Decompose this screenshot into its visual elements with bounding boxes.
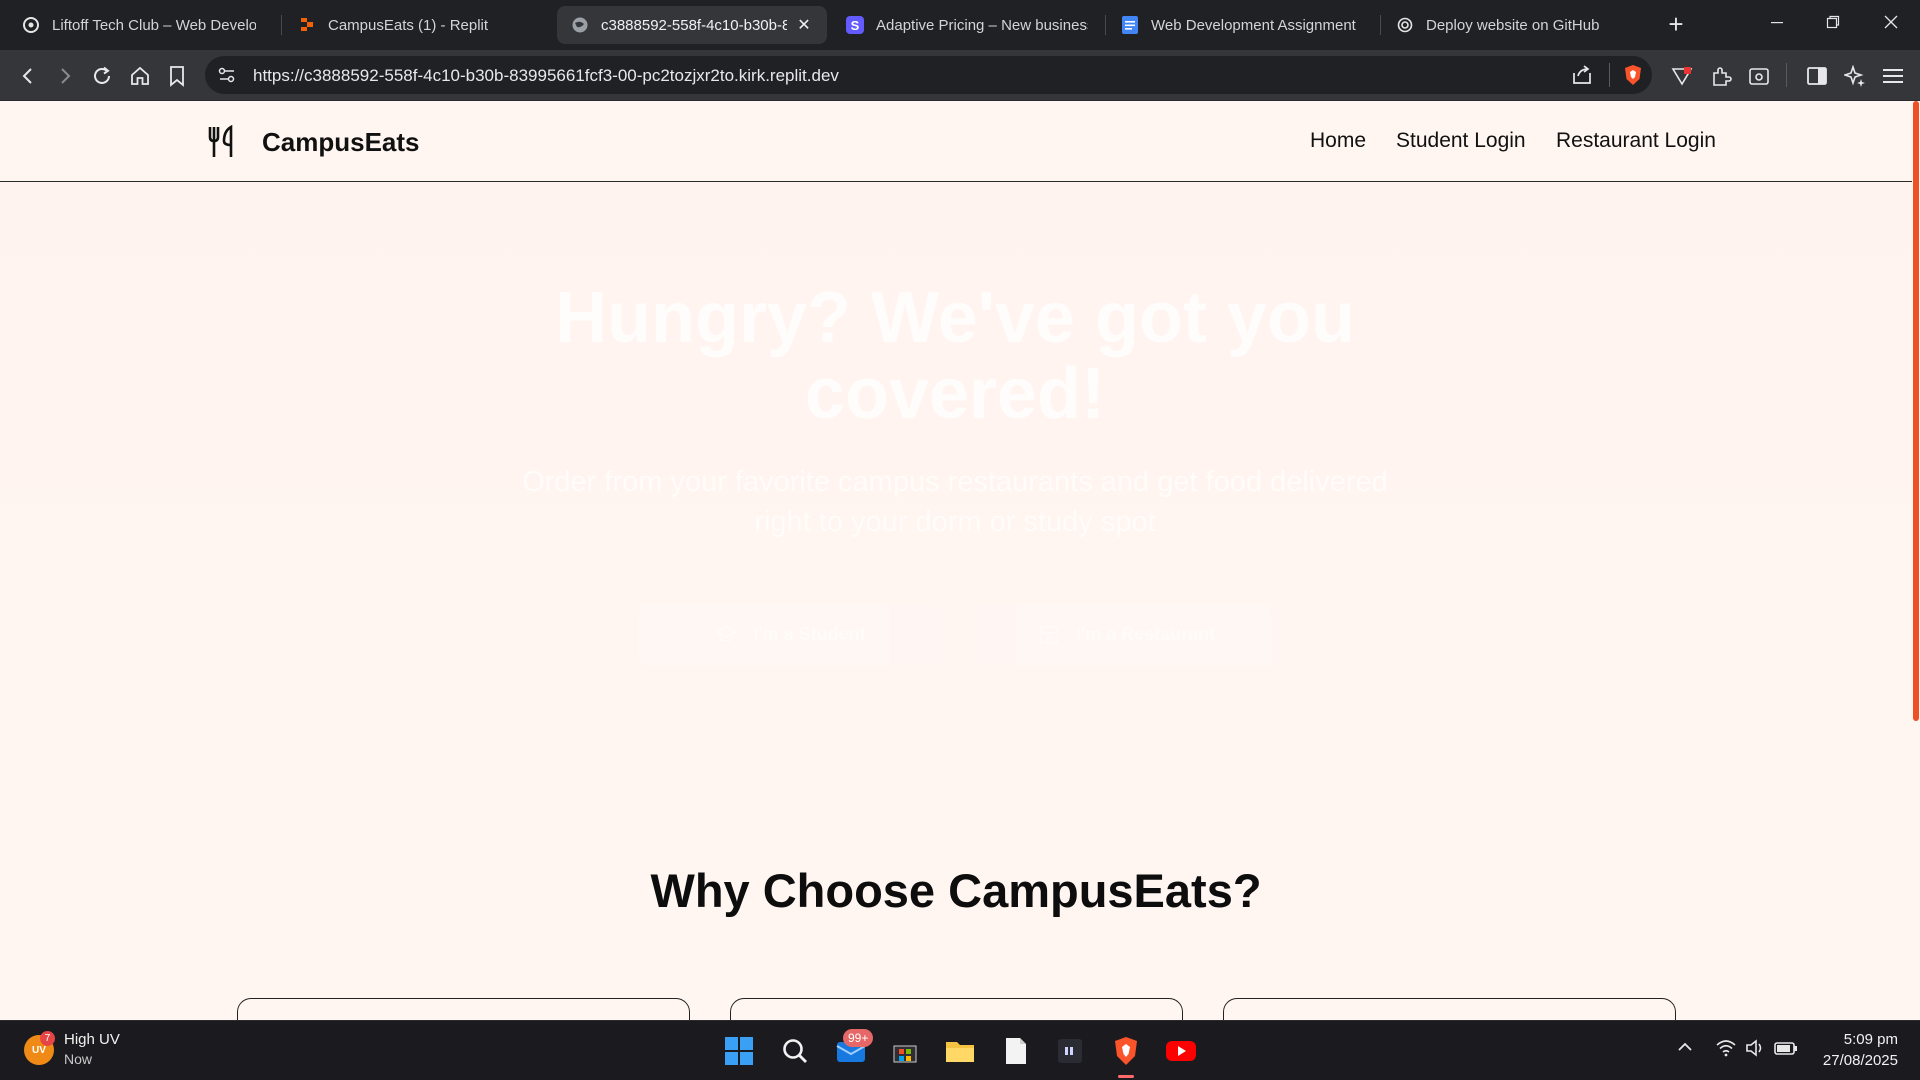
notepad-icon[interactable]: [998, 1033, 1034, 1069]
active-app-indicator: [1118, 1075, 1134, 1078]
feature-card: [1223, 998, 1676, 1020]
restaurant-cta-label: I'm a Restaurant: [1075, 624, 1216, 644]
browser-toolbar: https://c3888592-558f-4c10-b30b-83995661…: [0, 50, 1920, 101]
toolbar-divider: [1786, 63, 1787, 87]
url-text: https://c3888592-558f-4c10-b30b-83995661…: [253, 66, 839, 85]
chevron-up-icon[interactable]: [1677, 1039, 1693, 1060]
nav-student-login-link[interactable]: Student Login: [1396, 129, 1526, 153]
mail-notification-badge: 99+: [843, 1029, 874, 1047]
site-navbar: CampusEats Home Student Login Restaurant…: [0, 101, 1912, 182]
search-icon[interactable]: [777, 1033, 813, 1069]
svg-text:S: S: [851, 18, 860, 33]
back-icon[interactable]: [14, 62, 42, 90]
store-icon: [1038, 624, 1060, 646]
brave-shields-icon[interactable]: [1623, 64, 1643, 91]
brand-name[interactable]: CampusEats: [262, 127, 420, 158]
brave-rewards-icon[interactable]: [1668, 62, 1696, 90]
battery-icon[interactable]: [1774, 1039, 1798, 1062]
address-bar[interactable]: https://c3888592-558f-4c10-b30b-83995661…: [205, 56, 1652, 94]
page-scrollbar-thumb[interactable]: [1913, 101, 1919, 721]
tab-active-replit-dev[interactable]: c3888592-558f-4c10-b30b-8 ✕: [557, 6, 827, 44]
extensions-icon[interactable]: [1707, 62, 1735, 90]
tab-stripe[interactable]: S Adaptive Pricing – New business: [832, 6, 1102, 44]
weather-badge: 7: [40, 1031, 55, 1046]
student-cta-button[interactable]: I'm a Student: [638, 603, 943, 666]
feature-card: [237, 998, 690, 1020]
clock-time[interactable]: 5:09 pm: [1844, 1031, 1898, 1048]
sidebar-icon[interactable]: [1803, 62, 1831, 90]
close-tab-icon[interactable]: ✕: [795, 15, 813, 35]
tab-replit[interactable]: CampusEats (1) - Replit: [284, 6, 552, 44]
browser-tab-bar: Liftoff Tech Club – Web Develop CampusEa…: [0, 0, 1920, 50]
hero-subtitle: Order from your favorite campus restaura…: [522, 466, 1388, 538]
clock-date[interactable]: 27/08/2025: [1823, 1052, 1898, 1069]
menu-icon[interactable]: [1879, 62, 1907, 90]
restaurant-cta-button[interactable]: I'm a Restaurant: [974, 603, 1279, 666]
restore-icon[interactable]: [1818, 11, 1848, 39]
bookmark-icon[interactable]: [163, 62, 191, 90]
openai-icon: [1396, 16, 1414, 34]
forward-icon[interactable]: [51, 62, 79, 90]
docs-icon: [1121, 16, 1139, 34]
hero-title: Hungry? We've got you covered!: [555, 278, 1355, 434]
minimize-icon[interactable]: [1762, 11, 1792, 39]
new-tab-button[interactable]: +: [1663, 11, 1689, 38]
feature-card: [730, 998, 1183, 1020]
urlbar-divider: [1609, 63, 1610, 87]
microsoft-store-icon[interactable]: [887, 1033, 923, 1069]
youtube-icon[interactable]: [1163, 1033, 1199, 1069]
site-settings-icon[interactable]: [217, 66, 237, 89]
liftoff-icon: [22, 16, 40, 34]
close-window-icon[interactable]: [1876, 11, 1906, 39]
tab-separator: [1105, 15, 1106, 35]
page-scrollbar[interactable]: [1912, 101, 1920, 1020]
nav-restaurant-login-link[interactable]: Restaurant Login: [1556, 129, 1716, 153]
tab-google-docs[interactable]: Web Development Assignment: [1107, 6, 1377, 44]
windows-start-icon[interactable]: [721, 1033, 757, 1069]
stripe-icon: S: [846, 16, 864, 34]
terminal-app-icon[interactable]: [1052, 1033, 1088, 1069]
web-page: CampusEats Home Student Login Restaurant…: [0, 101, 1920, 1020]
hero-section: Hungry? We've got you covered! Order fro…: [0, 183, 1912, 823]
utensils-icon: [207, 124, 237, 159]
weather-title[interactable]: High UV: [64, 1031, 120, 1048]
leo-ai-icon[interactable]: [1841, 62, 1869, 90]
os-taskbar: UV 7 High UV Now 99+ 5:09 pm 27/08/2025: [0, 1020, 1920, 1080]
graduation-cap-icon: [714, 624, 739, 646]
student-cta-label: I'm a Student: [753, 624, 866, 644]
share-icon[interactable]: [1571, 65, 1593, 90]
weather-subtitle: Now: [64, 1051, 93, 1067]
tab-separator: [281, 15, 282, 35]
tab-chatgpt[interactable]: Deploy website on GitHub: [1382, 6, 1652, 44]
globe-icon: [571, 16, 589, 34]
volume-icon[interactable]: [1745, 1039, 1765, 1062]
wifi-icon[interactable]: [1716, 1039, 1736, 1062]
reload-icon[interactable]: [88, 62, 116, 90]
tab-liftoff[interactable]: Liftoff Tech Club – Web Develop: [8, 6, 270, 44]
replit-icon: [298, 16, 316, 34]
nav-home-link[interactable]: Home: [1310, 129, 1366, 153]
wallet-icon[interactable]: [1745, 62, 1773, 90]
why-choose-heading: Why Choose CampusEats?: [650, 864, 1262, 917]
home-icon[interactable]: [126, 62, 154, 90]
file-explorer-icon[interactable]: [942, 1033, 978, 1069]
brave-browser-icon[interactable]: [1108, 1033, 1144, 1069]
tab-separator: [1380, 15, 1381, 35]
